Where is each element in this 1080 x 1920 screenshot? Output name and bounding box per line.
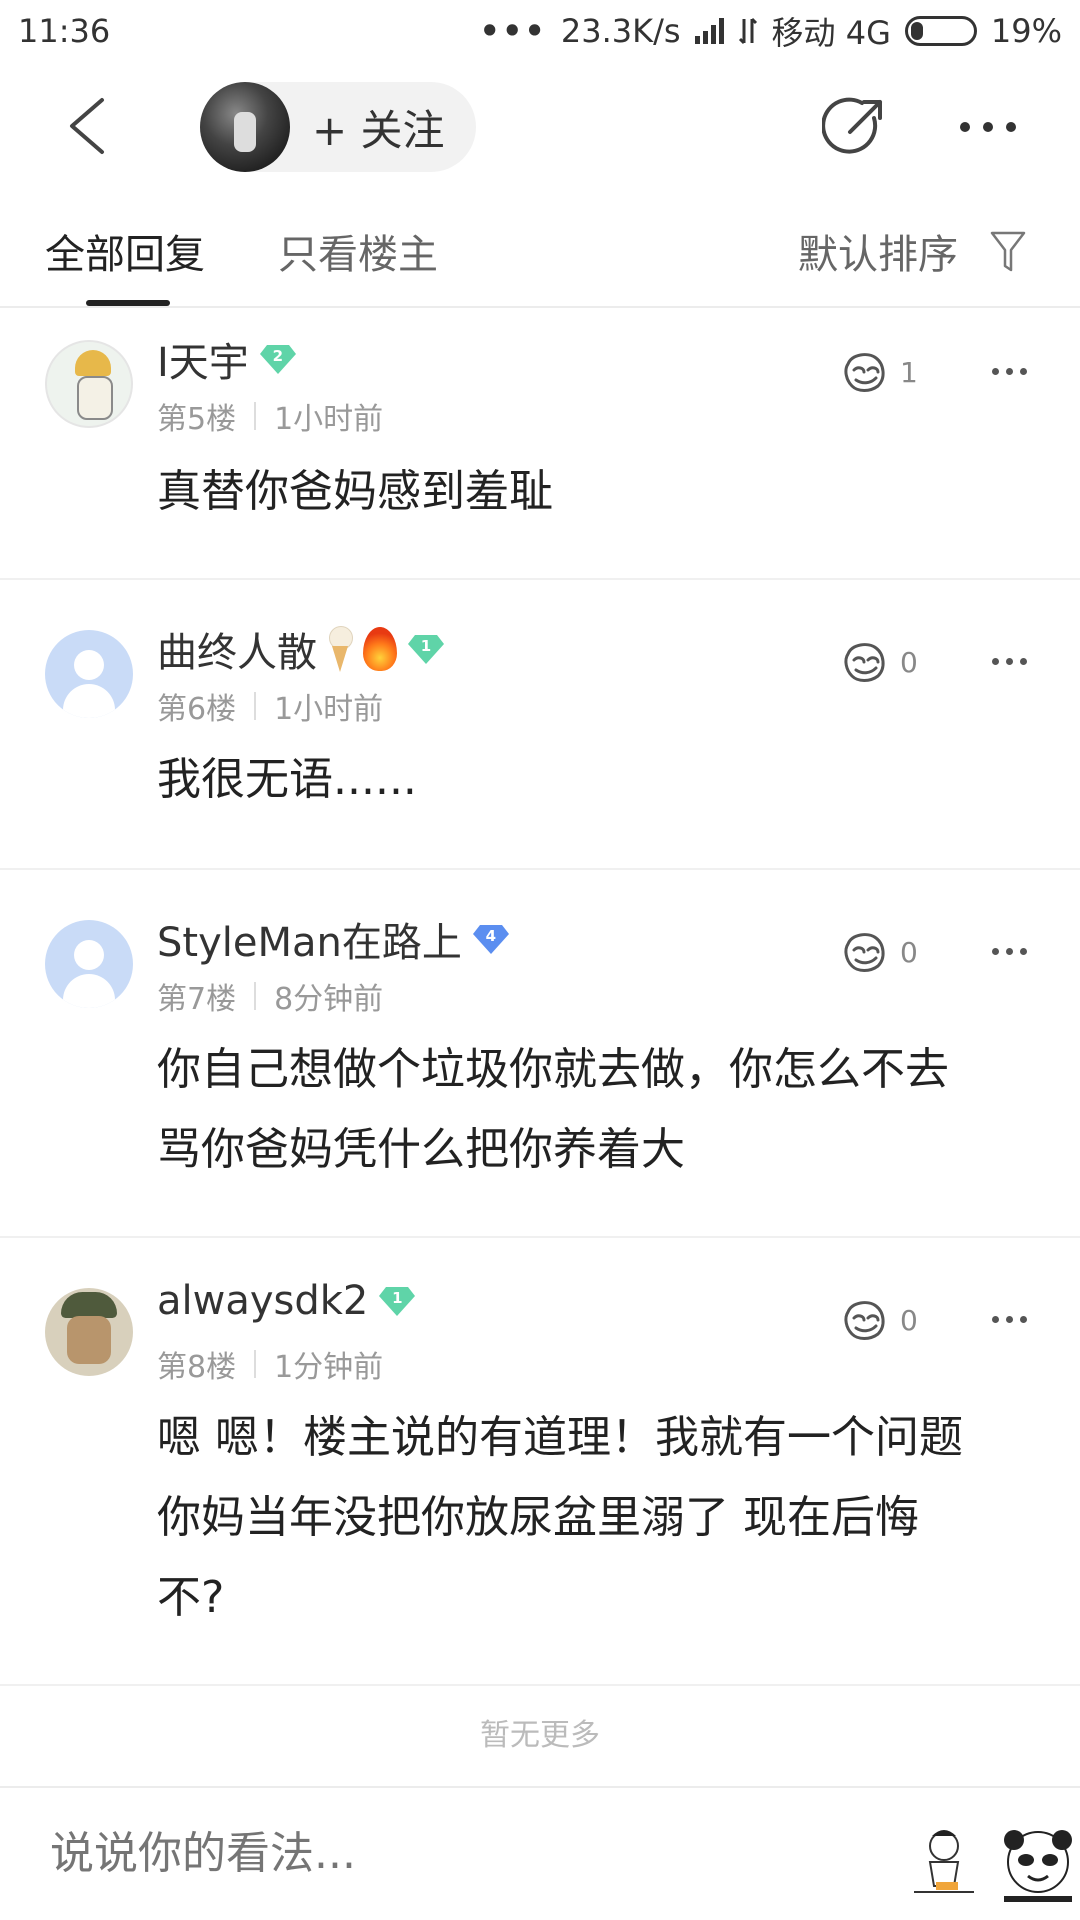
more-icon[interactable] [960,112,1026,142]
like-count: 0 [900,1303,918,1337]
like-icon [844,1301,885,1340]
author-avatar[interactable] [200,82,290,172]
comment-item: StyleMan在路上 4 第7楼 8分钟前 你自己想做个垃圾你就去做，你怎么不… [0,870,1080,1238]
username[interactable]: alwaysdk2 [157,1278,368,1324]
comment-text: 你自己想做个垃圾你就去做，你怎么不去 骂你爸妈凭什么把你养着大 [157,1044,949,1175]
comment-time: 8分钟前 [274,982,384,1017]
tab-only-op[interactable]: 只看楼主 [278,222,438,280]
panda-sticker-icon[interactable] [996,1828,1080,1908]
comment-bar [0,1786,1080,1920]
comment-more-icon[interactable] [992,368,1032,380]
comment-more-icon[interactable] [992,658,1032,670]
like-count: 0 [900,645,918,679]
comment-item: I天宇 2 第5楼 1小时前 真替你爸妈感到羞耻 1 [0,310,1080,580]
floor-number: 第5楼 [157,402,237,437]
follow-button[interactable]: + 关注 [200,82,476,172]
comment-meta: 第8楼 1分钟前 [157,1342,383,1386]
like-button[interactable]: 0 [842,640,918,684]
reply-tabs: 全部回复 只看楼主 默认排序 [0,190,1080,308]
tab-all-replies[interactable]: 全部回复 [45,222,205,280]
battery-percent: 19% [990,12,1062,50]
username-row: StyleMan在路上 4 [157,910,510,968]
comment-text: 我很无语...... [157,754,417,805]
follow-label: + 关注 [312,105,445,155]
username-row: alwaysdk2 1 [157,1278,416,1324]
sort-dropdown[interactable]: 默认排序 [798,222,958,280]
status-time: 11:36 [18,12,111,50]
sticker-icon[interactable] [904,1822,984,1902]
level-badge: 4 [472,923,510,955]
like-count: 0 [900,935,918,969]
username[interactable]: 曲终人散 [157,620,317,678]
comment-text: 嗯 嗯！楼主说的有道理！我就有一个问题 你妈当年没把你放尿盆里溺了 现在后悔 不… [157,1412,963,1623]
status-indicators: ••• 23.3K/s 移动 4G 19% [479,8,1062,54]
active-tab-indicator [86,300,170,306]
username[interactable]: StyleMan在路上 [157,910,462,968]
like-button[interactable]: 1 [842,350,918,394]
comment-time: 1小时前 [274,402,384,437]
signal-icon [694,18,724,44]
comment-more-icon[interactable] [992,948,1032,960]
floor-number: 第8楼 [157,1350,237,1385]
status-bar: 11:36 ••• 23.3K/s 移动 4G 19% [0,0,1080,62]
notification-dots: ••• [479,12,547,50]
avatar[interactable] [45,1288,133,1376]
ice-cream-icon [327,624,353,674]
like-icon [844,933,885,972]
comment-time: 1小时前 [274,692,384,727]
filter-icon[interactable] [990,230,1026,274]
comment-input[interactable] [50,1818,850,1888]
comment-meta: 第5楼 1小时前 [157,394,383,438]
like-icon [844,353,885,392]
floor-number: 第6楼 [157,692,237,727]
level-badge: 1 [407,633,445,665]
back-arrow-icon[interactable] [62,96,122,156]
comment-item: 曲终人散 1 第6楼 1小时前 我很无语...... 0 [0,580,1080,870]
avatar[interactable] [45,340,133,428]
comment-more-icon[interactable] [992,1316,1032,1328]
comment-text: 真替你爸妈感到羞耻 [157,466,553,517]
avatar[interactable] [45,920,133,1008]
battery-icon [904,16,977,46]
top-nav: + 关注 [0,62,1080,190]
avatar[interactable] [45,630,133,718]
username-row: 曲终人散 1 [157,620,445,678]
comment-time: 1分钟前 [274,1350,384,1385]
level-badge: 2 [259,343,297,375]
network-speed: 23.3K/s [560,12,681,50]
share-icon[interactable] [822,94,888,160]
username-row: I天宇 2 [157,330,297,388]
carrier-label: 移动 4G [771,14,891,52]
comment-meta: 第7楼 8分钟前 [157,974,383,1018]
comment-item: alwaysdk2 1 第8楼 1分钟前 嗯 嗯！楼主说的有道理！我就有一个问题… [0,1238,1080,1686]
like-button[interactable]: 0 [842,930,918,974]
level-badge: 1 [378,1285,416,1317]
like-count: 1 [900,355,918,389]
like-button[interactable]: 0 [842,1298,918,1342]
username[interactable]: I天宇 [157,330,249,388]
comment-meta: 第6楼 1小时前 [157,684,383,728]
floor-number: 第7楼 [157,982,237,1017]
data-arrows-icon [738,17,757,45]
like-icon [844,643,885,682]
no-more-label: 暂无更多 [480,1718,600,1753]
fire-icon [363,627,397,671]
